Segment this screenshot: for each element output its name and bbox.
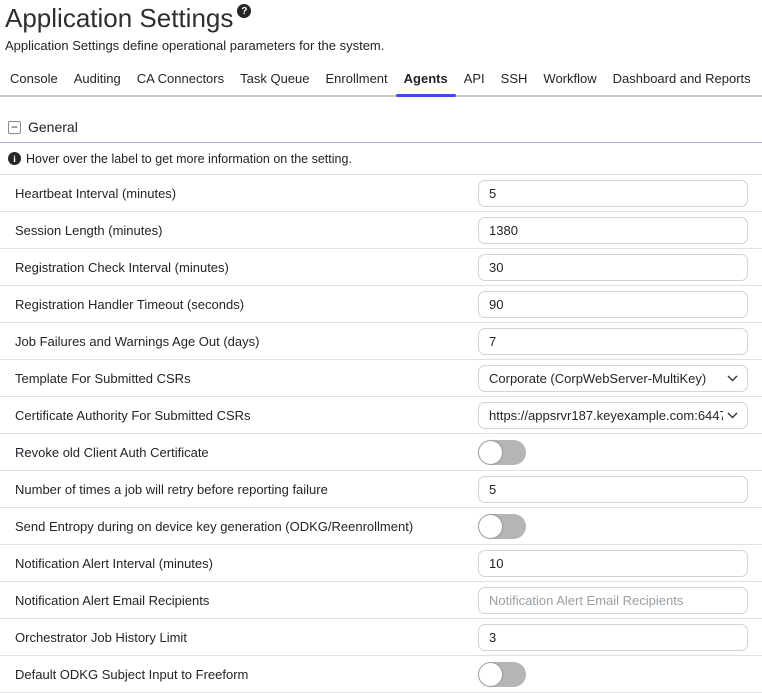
csr-template-select[interactable]: Corporate (CorpWebServer-MultiKey): [478, 365, 748, 392]
help-icon[interactable]: ?: [237, 4, 251, 18]
job-retry-count-input[interactable]: [478, 476, 748, 503]
page-subtitle: Application Settings define operational …: [5, 38, 762, 53]
general-section-header: − General: [0, 114, 762, 143]
send-entropy-toggle[interactable]: [478, 514, 526, 539]
tab-workflow[interactable]: Workflow: [535, 65, 604, 95]
info-icon: i: [8, 152, 21, 165]
tab-dashboard-and-reports[interactable]: Dashboard and Reports: [605, 65, 759, 95]
tab-api[interactable]: API: [456, 65, 493, 95]
setting-label: Send Entropy during on device key genera…: [0, 519, 478, 534]
table-row: Heartbeat Interval (minutes): [0, 175, 762, 212]
tab-console[interactable]: Console: [2, 65, 66, 95]
table-row: Notification Alert Email Recipients: [0, 582, 762, 619]
table-row: Revoke old Client Auth Certificate: [0, 434, 762, 471]
setting-label: Notification Alert Email Recipients: [0, 593, 478, 608]
toggle-knob: [479, 663, 502, 686]
setting-label: Certificate Authority For Submitted CSRs: [0, 408, 478, 423]
setting-label: Revoke old Client Auth Certificate: [0, 445, 478, 460]
setting-label: Session Length (minutes): [0, 223, 478, 238]
registration-check-interval-input[interactable]: [478, 254, 748, 281]
table-row: Template For Submitted CSRs Corporate (C…: [0, 360, 762, 397]
chevron-down-icon: [727, 375, 738, 382]
tab-ssh[interactable]: SSH: [493, 65, 536, 95]
collapse-toggle-icon[interactable]: −: [8, 121, 21, 134]
notification-alert-email-input[interactable]: [478, 587, 748, 614]
page-title: Application Settings: [5, 3, 233, 33]
odkg-freeform-toggle[interactable]: [478, 662, 526, 687]
table-row: Orchestrator Job History Limit: [0, 619, 762, 656]
table-row: Default ODKG Subject Input to Freeform: [0, 656, 762, 693]
section-title: General: [28, 119, 78, 135]
table-row: Certificate Authority For Submitted CSRs…: [0, 397, 762, 434]
table-row: Registration Handler Timeout (seconds): [0, 286, 762, 323]
setting-label: Orchestrator Job History Limit: [0, 630, 478, 645]
revoke-client-auth-toggle[interactable]: [478, 440, 526, 465]
settings-list: Heartbeat Interval (minutes) Session Len…: [0, 175, 762, 693]
page-header: Application Settings ? Application Setti…: [0, 0, 762, 53]
setting-label: Registration Check Interval (minutes): [0, 260, 478, 275]
tab-ca-connectors[interactable]: CA Connectors: [129, 65, 232, 95]
info-note-row: i Hover over the label to get more infor…: [0, 143, 762, 175]
setting-label: Heartbeat Interval (minutes): [0, 186, 478, 201]
orchestrator-job-history-input[interactable]: [478, 624, 748, 651]
table-row: Number of times a job will retry before …: [0, 471, 762, 508]
tab-task-queue[interactable]: Task Queue: [232, 65, 317, 95]
tab-enrollment[interactable]: Enrollment: [318, 65, 396, 95]
setting-label: Registration Handler Timeout (seconds): [0, 297, 478, 312]
setting-label: Template For Submitted CSRs: [0, 371, 478, 386]
notification-alert-interval-input[interactable]: [478, 550, 748, 577]
csr-certificate-authority-select[interactable]: https://appsrvr187.keyexample.com:6447\C…: [478, 402, 748, 429]
table-row: Send Entropy during on device key genera…: [0, 508, 762, 545]
setting-label: Number of times a job will retry before …: [0, 482, 478, 497]
job-failures-age-out-input[interactable]: [478, 328, 748, 355]
setting-label: Default ODKG Subject Input to Freeform: [0, 667, 478, 682]
chevron-down-icon: [727, 412, 738, 419]
registration-handler-timeout-input[interactable]: [478, 291, 748, 318]
info-note-text: Hover over the label to get more informa…: [26, 152, 352, 166]
settings-tab-bar: Console Auditing CA Connectors Task Queu…: [0, 65, 762, 97]
session-length-input[interactable]: [478, 217, 748, 244]
tab-auditing[interactable]: Auditing: [66, 65, 129, 95]
table-row: Job Failures and Warnings Age Out (days): [0, 323, 762, 360]
setting-label: Notification Alert Interval (minutes): [0, 556, 478, 571]
table-row: Registration Check Interval (minutes): [0, 249, 762, 286]
heartbeat-interval-input[interactable]: [478, 180, 748, 207]
tab-agents[interactable]: Agents: [396, 65, 456, 95]
table-row: Notification Alert Interval (minutes): [0, 545, 762, 582]
toggle-knob: [479, 515, 502, 538]
toggle-knob: [479, 441, 502, 464]
setting-label: Job Failures and Warnings Age Out (days): [0, 334, 478, 349]
table-row: Session Length (minutes): [0, 212, 762, 249]
